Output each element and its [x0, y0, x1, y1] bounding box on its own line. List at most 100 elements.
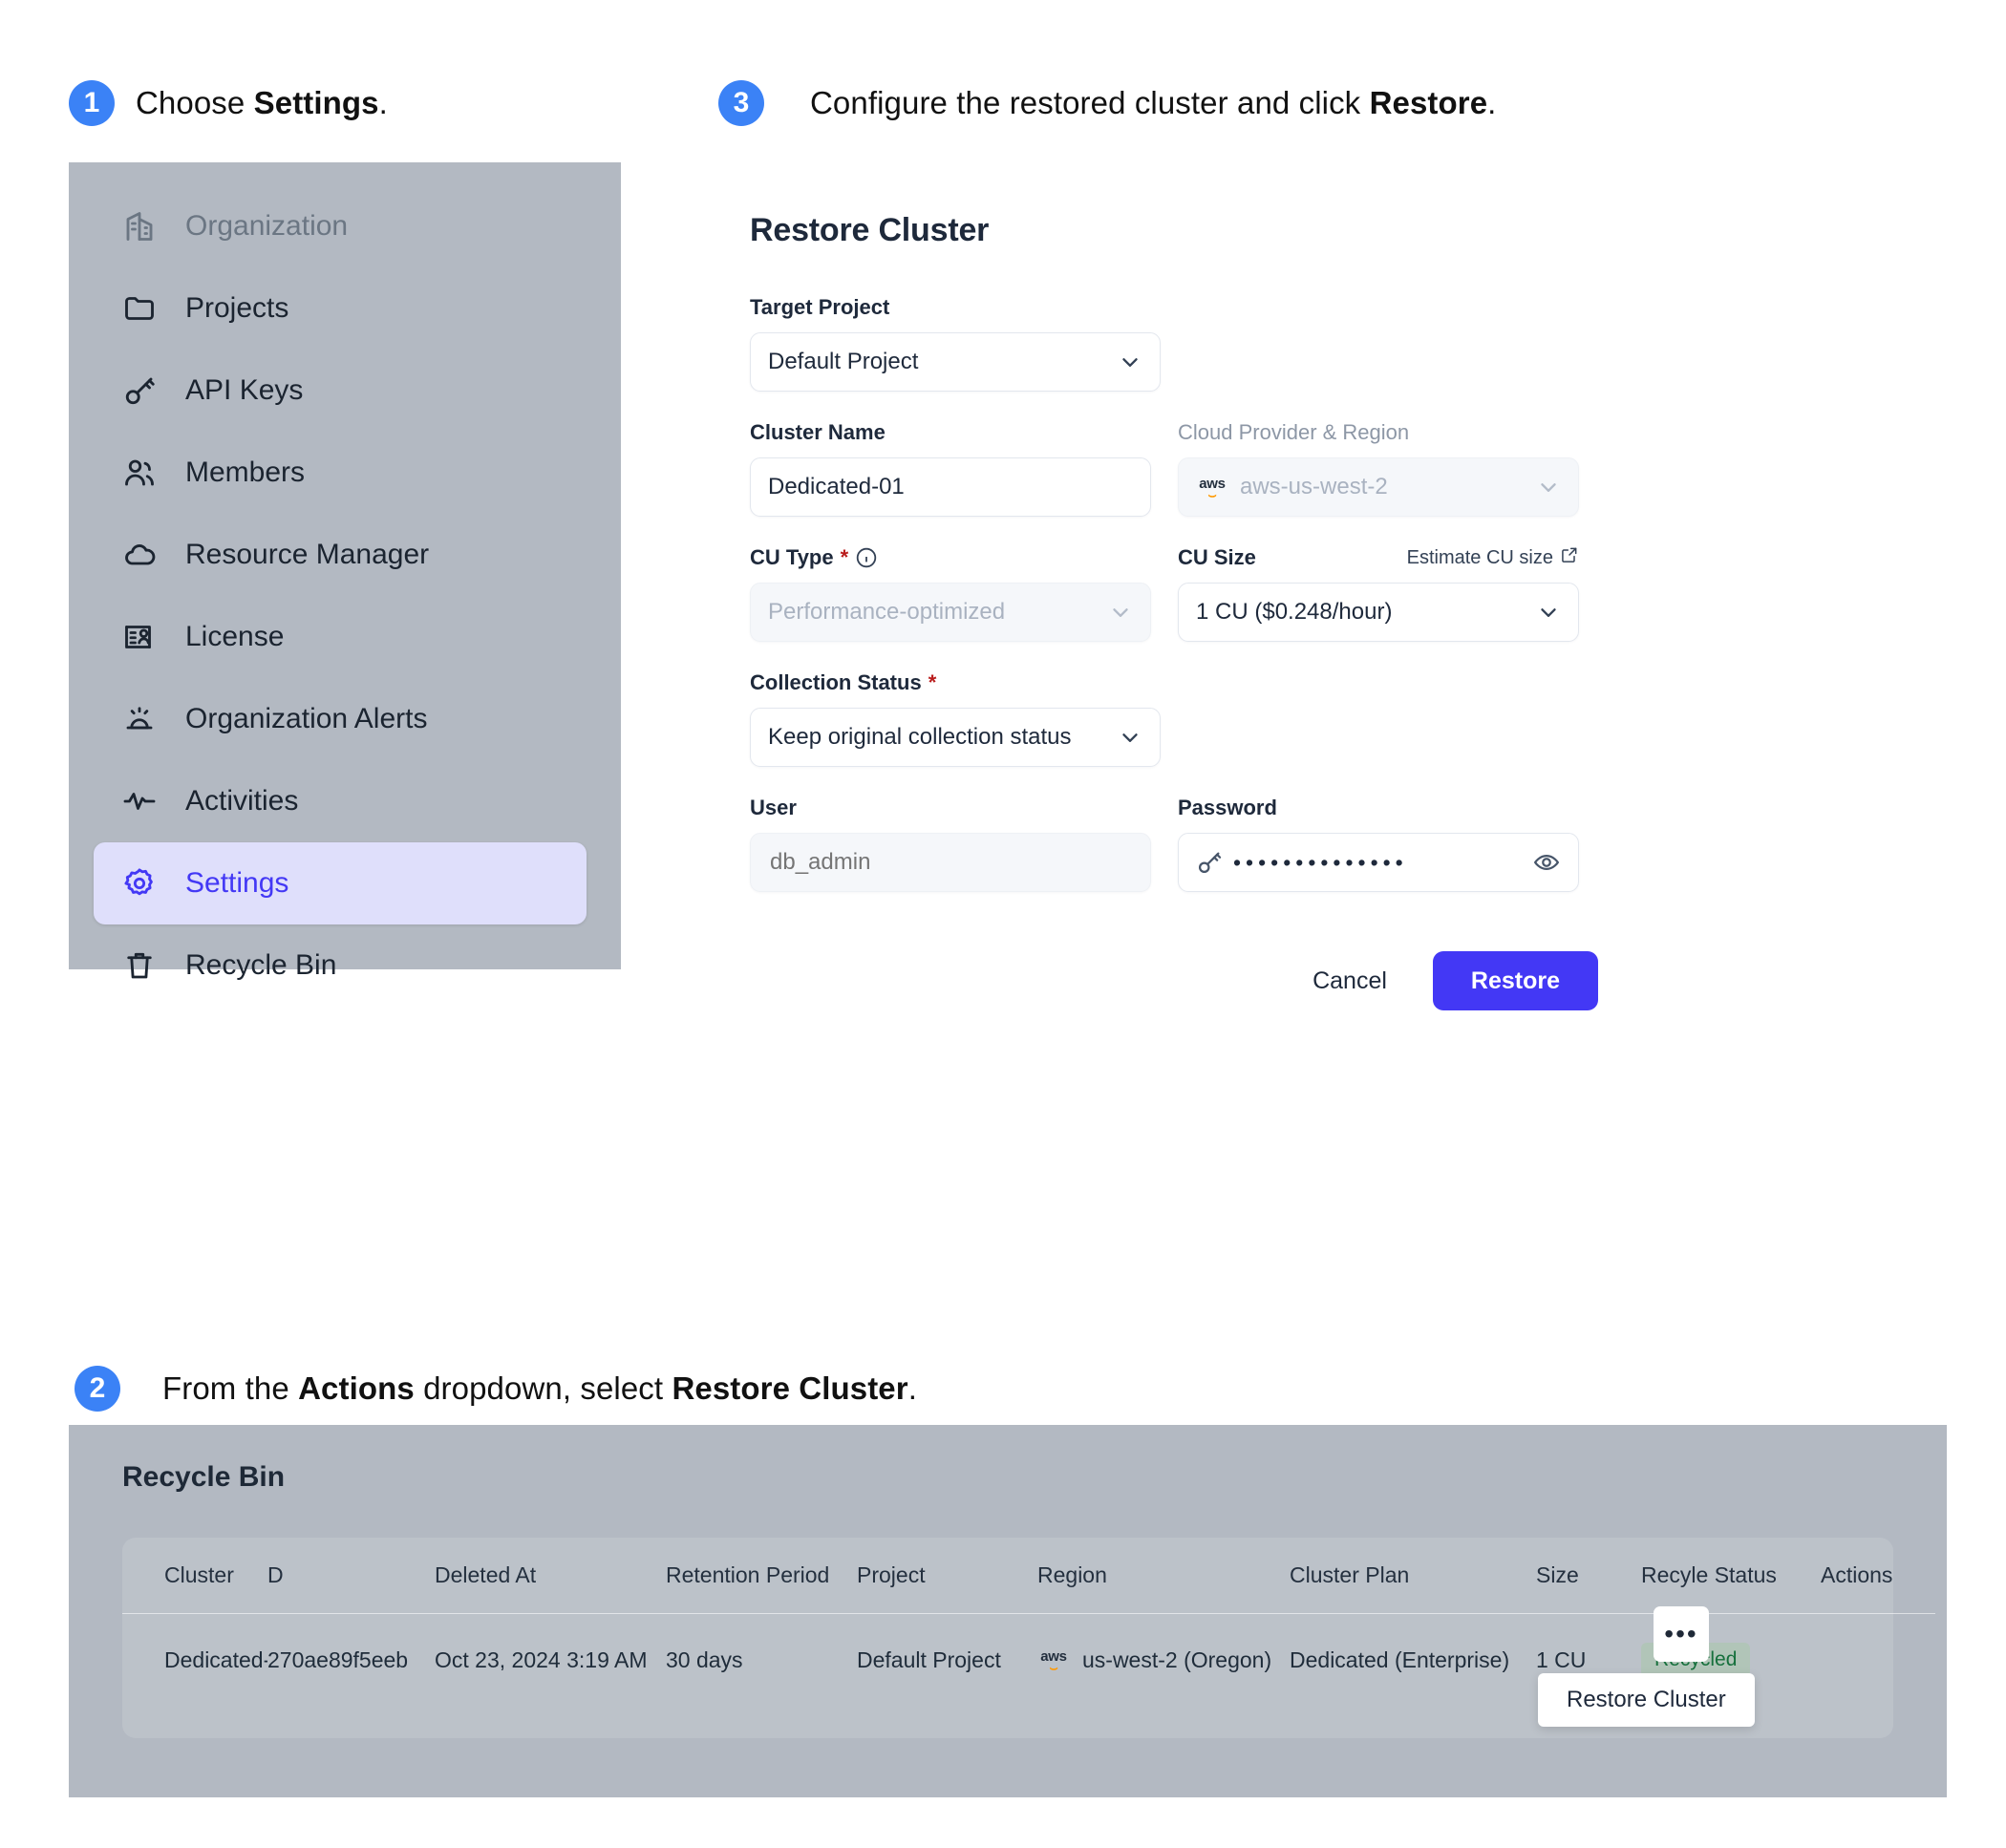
cluster-name-value: Dedicated-01	[768, 474, 1133, 500]
sidebar-item-label: Organization Alerts	[185, 703, 427, 735]
cancel-button[interactable]: Cancel	[1309, 958, 1391, 1005]
sidebar-item-projects[interactable]: Projects	[69, 267, 621, 350]
cu-row: CU Type* Performance-optimized CU Size E…	[750, 545, 1705, 642]
aws-logo-icon: aws⌣	[1196, 477, 1228, 498]
step-1-bold: Settings	[254, 85, 379, 120]
sidebar-item-activities[interactable]: Activities	[69, 760, 621, 842]
cu-type-label: CU Type*	[750, 545, 1151, 570]
cloud-icon	[120, 536, 159, 574]
cu-size-value: 1 CU ($0.248/hour)	[1196, 599, 1536, 626]
sidebar-item-recycle-bin[interactable]: Recycle Bin	[69, 924, 621, 1007]
estimate-cu-size-link[interactable]: Estimate CU size	[1407, 545, 1579, 570]
folder-icon	[120, 289, 159, 328]
cell-actions	[1821, 1614, 1935, 1707]
step-1-suffix: .	[379, 85, 388, 120]
cell-id: 270ae89f5eeb	[267, 1614, 435, 1707]
cell-cluster: Dedicated-01	[122, 1614, 267, 1707]
sidebar-item-label: Activities	[185, 785, 298, 818]
cu-size-select[interactable]: 1 CU ($0.248/hour)	[1178, 583, 1579, 642]
key-icon	[1196, 849, 1223, 876]
cu-size-label-row: CU Size Estimate CU size	[1178, 545, 1579, 570]
sidebar-item-api-keys[interactable]: API Keys	[69, 350, 621, 432]
user-input[interactable]	[768, 848, 1133, 877]
cu-type-select[interactable]: Performance-optimized	[750, 583, 1151, 642]
password-value: ••••••••••••••	[1233, 850, 1532, 876]
sidebar-item-organization-alerts[interactable]: Organization Alerts	[69, 678, 621, 760]
step-2-bold: Actions	[298, 1370, 415, 1406]
sidebar-item-resource-manager[interactable]: Resource Manager	[69, 514, 621, 596]
collection-status-label: Collection Status*	[750, 670, 1161, 695]
column-header-size: Size	[1536, 1538, 1641, 1614]
step-3-suffix: .	[1487, 85, 1496, 120]
user-input-wrap[interactable]	[750, 833, 1151, 892]
external-link-icon	[1560, 545, 1579, 570]
password-input-wrap[interactable]: ••••••••••••••	[1178, 833, 1579, 892]
target-project-value: Default Project	[768, 349, 1118, 375]
eye-icon[interactable]	[1532, 848, 1561, 877]
column-header-cluster: Cluster	[122, 1538, 267, 1614]
sidebar-item-members[interactable]: Members	[69, 432, 621, 514]
estimate-cu-size-label: Estimate CU size	[1407, 547, 1553, 569]
collection-status-group: Collection Status* Keep original collect…	[750, 670, 1161, 767]
step-2-text: From the Actions dropdown, select Restor…	[162, 1370, 917, 1407]
collection-status-label-text: Collection Status	[750, 670, 922, 695]
actions-dropdown-button[interactable]: •••	[1654, 1606, 1709, 1662]
step-3-prefix: Configure the restored cluster and click	[810, 85, 1370, 120]
cluster-name-input[interactable]: Dedicated-01	[750, 457, 1151, 517]
chevron-down-icon	[1118, 350, 1142, 374]
sidebar-item-label: Recycle Bin	[185, 949, 336, 982]
step-3-badge: 3	[718, 80, 764, 126]
step-2-caption: 2 From the Actions dropdown, select Rest…	[75, 1366, 917, 1412]
sidebar-item-label: Organization	[185, 210, 348, 243]
sidebar-item-settings[interactable]: Settings	[94, 842, 587, 924]
recycle-bin-title: Recycle Bin	[122, 1461, 285, 1494]
password-group: Password ••••••••••••••	[1178, 796, 1579, 892]
step-2-badge: 2	[75, 1366, 120, 1412]
restore-button[interactable]: Restore	[1433, 951, 1598, 1010]
step-2-prefix: From the	[162, 1370, 298, 1406]
form-actions: Cancel Restore	[750, 951, 1598, 1010]
credentials-row: User Password ••••••••••••••	[750, 796, 1705, 892]
cluster-name-provider-row: Cluster Name Dedicated-01 Cloud Provider…	[750, 420, 1705, 517]
sidebar-item-label: Projects	[185, 292, 288, 325]
step-2-suffix: .	[908, 1370, 917, 1406]
sidebar-nav-list: Organization Projects API Keys Members R	[69, 162, 621, 1007]
column-header-id: D	[267, 1538, 435, 1614]
license-card-icon	[120, 618, 159, 656]
cloud-provider-value: aws-us-west-2	[1240, 474, 1536, 500]
cloud-provider-group: Cloud Provider & Region aws⌣ aws-us-west…	[1178, 420, 1579, 517]
cloud-provider-select[interactable]: aws⌣ aws-us-west-2	[1178, 457, 1579, 517]
cluster-name-group: Cluster Name Dedicated-01	[750, 420, 1151, 517]
cu-size-label: CU Size	[1178, 545, 1256, 570]
user-label: User	[750, 796, 1151, 820]
step-1-badge: 1	[69, 80, 115, 126]
step-3-caption: 3 Configure the restored cluster and cli…	[718, 80, 1496, 126]
settings-sidebar-panel: Organization Projects API Keys Members R	[69, 162, 621, 969]
sidebar-item-label: License	[185, 621, 284, 653]
target-project-select[interactable]: Default Project	[750, 332, 1161, 392]
chevron-down-icon	[1108, 600, 1133, 625]
chevron-down-icon	[1536, 475, 1561, 499]
step-3-text: Configure the restored cluster and click…	[810, 85, 1496, 121]
cell-deleted-at: Oct 23, 2024 3:19 AM	[435, 1614, 666, 1707]
sidebar-item-organization[interactable]: Organization	[69, 185, 621, 267]
restore-cluster-form: Restore Cluster Target Project Default P…	[750, 212, 1705, 1010]
cell-cluster-plan: Dedicated (Enterprise)	[1290, 1614, 1536, 1707]
info-icon[interactable]	[855, 546, 878, 569]
table-header-row: Cluster D Deleted At Retention Period Pr…	[122, 1538, 1935, 1614]
step-2-bold2: Restore Cluster	[672, 1370, 907, 1406]
region-cell-inner: aws⌣ us-west-2 (Oregon)	[1037, 1647, 1290, 1673]
target-project-group: Target Project Default Project	[750, 295, 1161, 392]
collection-status-value: Keep original collection status	[768, 724, 1118, 751]
sidebar-item-license[interactable]: License	[69, 596, 621, 678]
cu-type-required-marker: *	[841, 545, 849, 570]
step-2-mid: dropdown, select	[415, 1370, 672, 1406]
collection-status-select[interactable]: Keep original collection status	[750, 708, 1161, 767]
restore-cluster-menu-item[interactable]: Restore Cluster	[1538, 1673, 1755, 1727]
column-header-actions: Actions	[1821, 1538, 1935, 1614]
gear-icon	[120, 864, 159, 903]
cell-retention-period: 30 days	[666, 1614, 857, 1707]
collection-status-required-marker: *	[928, 670, 937, 695]
cell-region-text: us-west-2 (Oregon)	[1082, 1647, 1271, 1673]
aws-logo-icon: aws⌣	[1037, 1649, 1070, 1670]
